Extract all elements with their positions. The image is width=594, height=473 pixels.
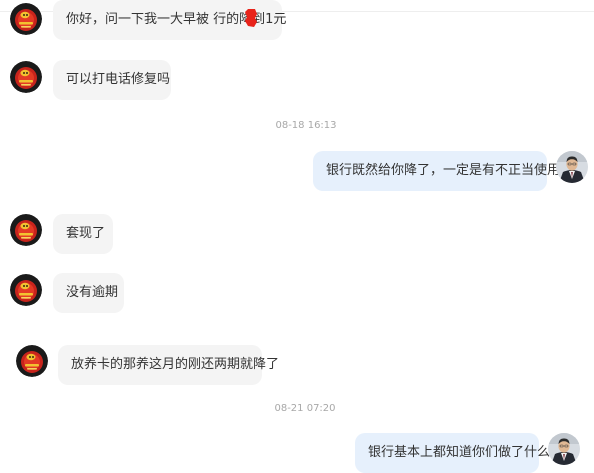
user-avatar-icon[interactable] <box>556 151 588 183</box>
contact-avatar-icon[interactable] <box>10 274 42 306</box>
contact-avatar-icon[interactable] <box>10 214 42 246</box>
user-avatar-icon[interactable] <box>548 433 580 465</box>
message-text: 可以打电话修复吗 <box>66 72 171 87</box>
message-text: 没有逾期 <box>66 285 119 300</box>
message-bubble-outgoing: 银行基本上都知道你们做了什么 <box>355 433 550 473</box>
message-bubble-incoming: 套现了 <box>53 214 113 254</box>
contact-avatar-icon[interactable] <box>10 61 42 93</box>
chat-message-list[interactable]: 你好，问一下我一大早被 行的降到1元 可以打电话修复吗 08-18 16:13 … <box>0 0 594 473</box>
contact-avatar-icon[interactable] <box>10 3 42 35</box>
message-text: 放养卡的那养这月的刚还两期就降了 <box>71 357 280 372</box>
timestamp: 08-21 07:20 <box>274 403 336 414</box>
message-bubble-incoming: 没有逾期 <box>53 273 124 313</box>
redaction-mark <box>245 9 257 27</box>
message-bubble-incoming: 放养卡的那养这月的刚还两期就降了 <box>58 345 279 385</box>
message-text: 套现了 <box>66 226 106 241</box>
message-bubble-outgoing: 银行既然给你降了，一定是有不正当使用 <box>313 151 560 191</box>
message-text: 银行基本上都知道你们做了什么 <box>368 445 551 460</box>
timestamp: 08-18 16:13 <box>275 120 337 131</box>
message-text: 银行既然给你降了，一定是有不正当使用 <box>326 163 561 178</box>
message-bubble-incoming: 你好，问一下我一大早被 行的降到1元 <box>53 0 286 40</box>
message-bubble-incoming: 可以打电话修复吗 <box>53 60 171 100</box>
contact-avatar-icon[interactable] <box>16 345 48 377</box>
